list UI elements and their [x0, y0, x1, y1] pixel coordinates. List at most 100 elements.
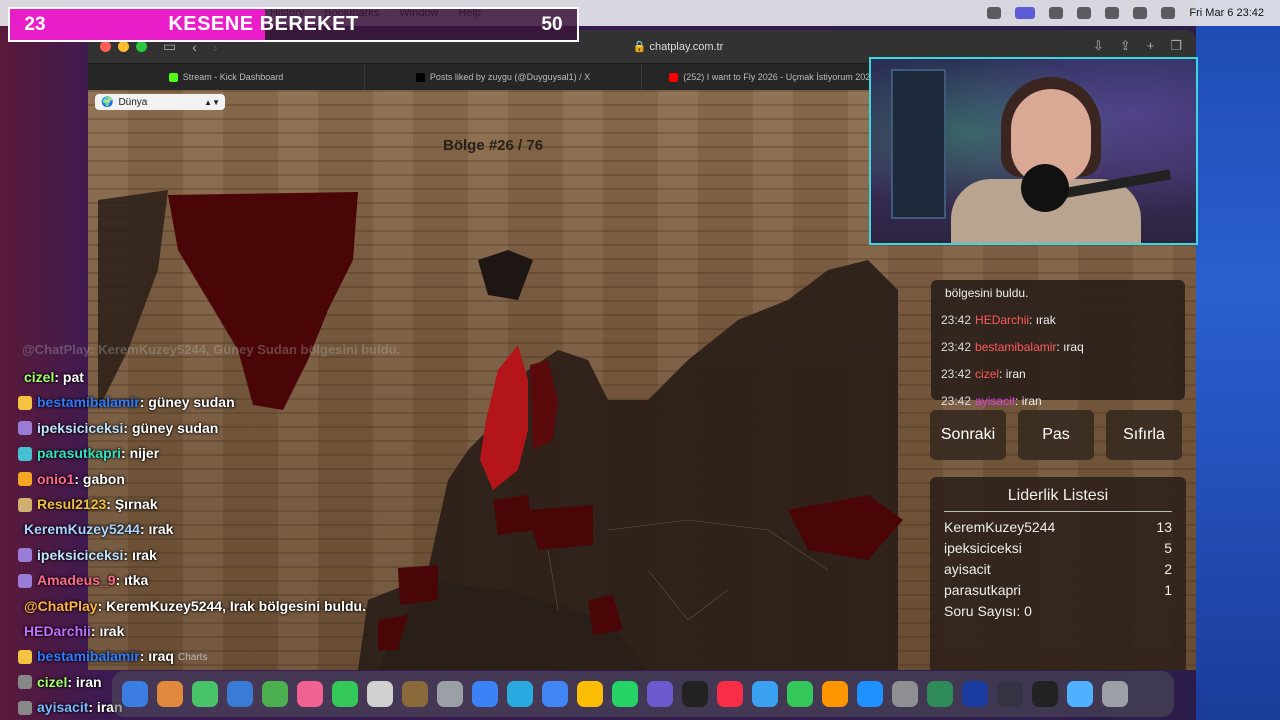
browser-tab[interactable]: Posts liked by zuygu (@Duyguysal1) / X	[365, 64, 642, 90]
region-ukraine	[528, 505, 593, 550]
browser-tab[interactable]: Stream - Kick Dashboard	[88, 64, 365, 90]
wifi-icon[interactable]	[1133, 7, 1148, 19]
log-row: 23:42 bestamibalamir: ıraq	[941, 334, 1175, 361]
chat-message: parasutkapri : nijer	[18, 441, 418, 466]
dock-app-icon[interactable]	[577, 681, 603, 707]
chat-username: bestamibalamir	[37, 394, 140, 411]
dock-app-icon[interactable]	[752, 681, 778, 707]
dock-app-icon[interactable]	[472, 681, 498, 707]
chat-text: : KeremKuzey5244, Irak bölgesini buldu.	[97, 597, 366, 614]
tab-overview-icon[interactable]: ❐	[1170, 38, 1182, 54]
pass-button[interactable]: Pas	[1018, 410, 1094, 460]
battery-icon[interactable]	[1105, 7, 1120, 19]
chat-message: HEDarchii : ırak	[18, 619, 418, 644]
chat-username: onio1	[37, 470, 75, 487]
close-window-icon[interactable]	[100, 41, 111, 52]
chat-message: @ChatPlay : KeremKuzey5244, Irak bölgesi…	[18, 594, 418, 619]
log-time: 23:42	[941, 394, 972, 408]
dock-app-icon[interactable]	[647, 681, 673, 707]
leaderboard: Liderlik Listesi KeremKuzey5244 13 ipeksic…	[930, 477, 1186, 670]
log-row: 23:42 cizel: iran	[941, 361, 1175, 388]
dock-app-icon[interactable]	[507, 681, 533, 707]
leaderboard-rows: KeremKuzey5244 13 ipeksiciceksi 5 ayisacit 2 p…	[944, 517, 1172, 601]
chat-message: Resul2123 : Şırnak	[18, 492, 418, 517]
menu-clock[interactable]: Fri Mar 6 23:42	[1189, 7, 1264, 19]
badge-icon	[18, 649, 32, 664]
grid-icon[interactable]	[1049, 7, 1064, 19]
dock-app-icon[interactable]	[332, 681, 358, 707]
question-count: Soru Sayısı: 0	[944, 603, 1032, 619]
dock-app-icon[interactable]	[262, 681, 288, 707]
dock-app-icon[interactable]	[122, 681, 148, 707]
dock-app-icon[interactable]	[437, 681, 463, 707]
tab-label: (252) I want to Fly 2026 - Uçmak İstiyor…	[683, 72, 891, 82]
microphone	[1021, 164, 1069, 212]
dock-app-icon[interactable]	[787, 681, 813, 707]
banner-left-value: 23	[24, 13, 46, 35]
desktop-wallpaper	[1196, 0, 1280, 720]
dock-app-icon[interactable]	[542, 681, 568, 707]
dock-app-icon[interactable]	[962, 681, 988, 707]
share-icon[interactable]: ⇪	[1120, 38, 1131, 54]
chat-text: : iran	[67, 673, 102, 690]
chat-message: ipeksiciceksi : güney sudan	[18, 416, 418, 441]
leaderboard-row: ipeksiciceksi 5	[944, 538, 1172, 559]
chat-username: parasutkapri	[37, 445, 122, 462]
game-chat-log: bölgesini buldu. 23:42 HEDarchii: ırak 23:4…	[931, 280, 1185, 408]
webcam-feed	[869, 57, 1198, 245]
dock-app-icon[interactable]	[1102, 681, 1128, 707]
player-name: ipeksiciceksi	[944, 540, 1022, 556]
next-button[interactable]: Sonraki	[930, 410, 1006, 460]
dock-app-icon[interactable]	[367, 681, 393, 707]
chat-text: : nijer	[121, 445, 160, 462]
dock-app-icon[interactable]	[1067, 681, 1093, 707]
minimize-window-icon[interactable]	[118, 41, 129, 52]
chat-username: @ChatPlay	[24, 597, 98, 614]
region-select[interactable]: 🌍 Dünya ▲▼	[95, 94, 225, 110]
dock-app-icon[interactable]	[402, 681, 428, 707]
search-icon[interactable]	[1161, 7, 1176, 19]
download-icon[interactable]: ⇩	[1093, 38, 1104, 54]
dock-app-icon[interactable]	[927, 681, 953, 707]
new-tab-icon[interactable]: +	[1147, 38, 1155, 54]
cloud-icon[interactable]	[1077, 7, 1092, 19]
chat-username: cizel	[24, 369, 55, 385]
browser-actions: ⇩ ⇪ + ❐	[1093, 38, 1182, 54]
chat-text: : Şırnak	[106, 495, 158, 512]
dock-app-icon[interactable]	[297, 681, 323, 707]
stream-chat-overlay: cizel : pat bestamibalamir : güney sudan i…	[18, 365, 418, 720]
url-text: chatplay.com.tr	[649, 41, 724, 53]
dock-app-icon[interactable]	[227, 681, 253, 707]
log-text: : iran	[1015, 394, 1042, 408]
log-text: bölgesini buldu.	[945, 286, 1029, 300]
log-user: cizel	[975, 367, 1000, 381]
chat-text: : pat	[54, 369, 84, 385]
chat-message: bestamibalamir : ıraq	[18, 644, 418, 669]
screen-share-icon[interactable]	[1015, 7, 1036, 19]
dock-app-icon[interactable]	[1032, 681, 1058, 707]
chat-username: ipeksiciceksi	[37, 419, 124, 436]
log-user: HEDarchii	[975, 313, 1030, 327]
reset-button[interactable]: Sıfırla	[1106, 410, 1182, 460]
landmass-svalbard	[478, 250, 533, 300]
chat-username: ayisacit	[37, 699, 89, 716]
zoom-window-icon[interactable]	[136, 41, 147, 52]
faded-chat-line: @ChatPlay: KeremKuzey5244, Güney Sudan b…	[22, 342, 401, 357]
dock-app-icon[interactable]	[822, 681, 848, 707]
dock-app-icon[interactable]	[997, 681, 1023, 707]
dock-app-icon[interactable]	[682, 681, 708, 707]
log-row: 23:42 HEDarchii: ırak	[941, 307, 1175, 334]
dock-app-icon[interactable]	[892, 681, 918, 707]
dock-app-icon[interactable]	[717, 681, 743, 707]
dock-app-icon[interactable]	[192, 681, 218, 707]
dock-app-icon[interactable]	[612, 681, 638, 707]
log-user: ayisacit	[975, 394, 1016, 408]
chat-message: KeremKuzey5244 : ırak	[18, 517, 418, 542]
dock-app-icon[interactable]	[157, 681, 183, 707]
player-score: 13	[1156, 519, 1172, 535]
control-icon[interactable]	[987, 7, 1002, 19]
badge-icon	[18, 421, 32, 436]
region-germany	[493, 495, 533, 535]
chat-username: Amadeus_9	[37, 572, 116, 589]
dock-app-icon[interactable]	[857, 681, 883, 707]
